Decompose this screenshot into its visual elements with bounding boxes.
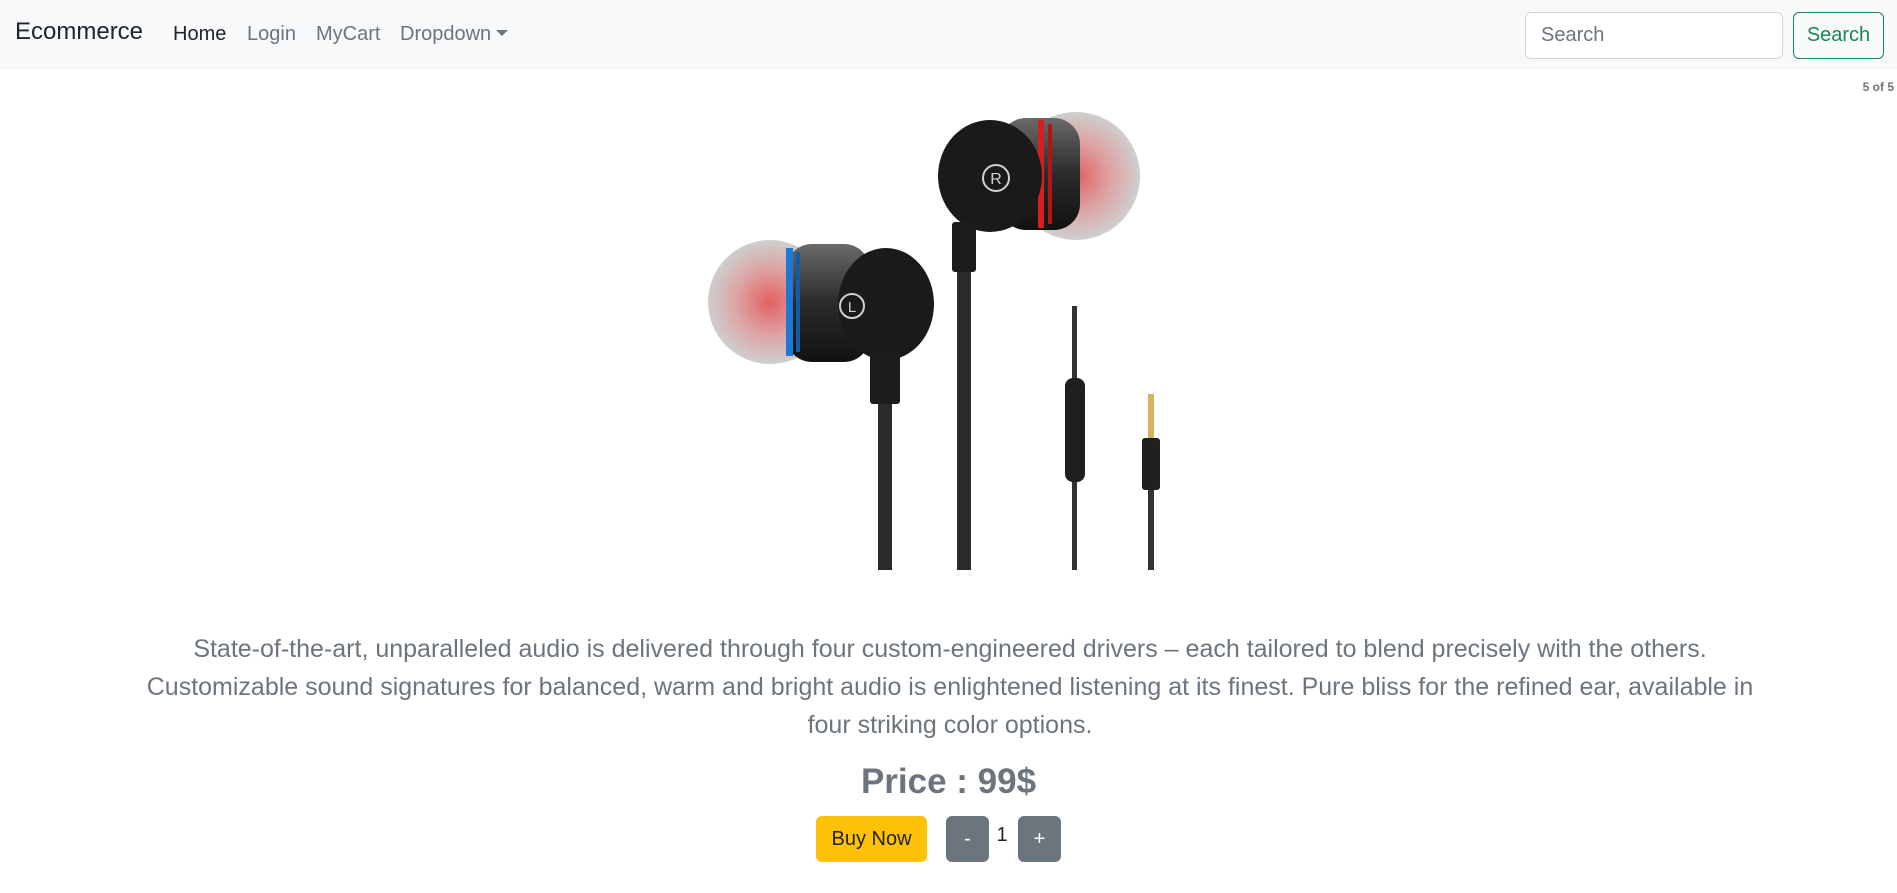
navbar: Ecommerce Home Login MyCart Dropdown Sea… [0,0,1897,70]
chevron-down-icon [496,30,509,36]
nav-link-home[interactable]: Home [173,23,226,46]
carousel-slide-counter: 5 of 5 [1862,80,1894,94]
product-price: Price : 99$ [860,762,1037,801]
svg-text:R: R [990,171,1002,188]
nav-link-mycart[interactable]: MyCart [316,23,380,46]
earphones-image: R L [708,112,1160,570]
nav-dropdown-label: Dropdown [400,23,492,45]
search-button[interactable]: Search [1793,12,1884,59]
svg-text:L: L [848,299,856,316]
decrement-quantity-button[interactable]: - [946,816,989,862]
quantity-value: 1 [996,824,1008,846]
search-input[interactable] [1525,12,1783,59]
navbar-brand[interactable]: Ecommerce [15,18,143,46]
buy-now-button[interactable]: Buy Now [816,816,927,862]
increment-quantity-button[interactable]: + [1018,816,1061,862]
product-carousel[interactable]: R L [700,100,1200,570]
nav-dropdown[interactable]: Dropdown [400,23,509,46]
product-description: State-of-the-art, unparalleled audio is … [146,635,1754,739]
nav-link-login[interactable]: Login [247,23,296,46]
